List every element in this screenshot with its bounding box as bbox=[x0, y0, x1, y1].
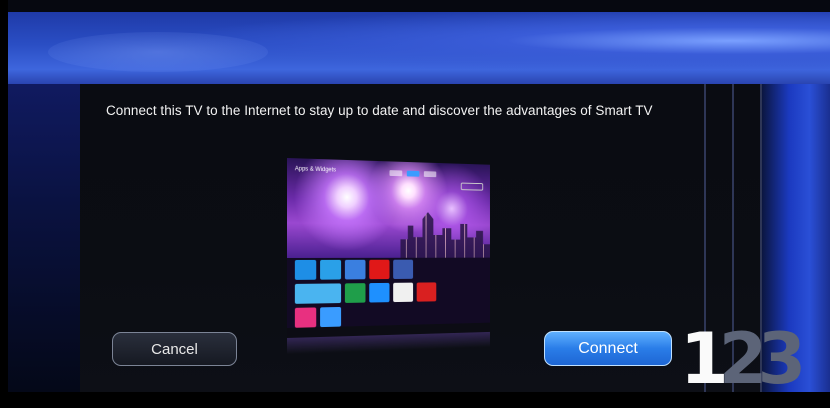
app-tile bbox=[294, 307, 317, 328]
app-tile bbox=[416, 282, 437, 302]
tv-screen-title: Apps & Widgets bbox=[294, 166, 337, 174]
app-tile bbox=[320, 259, 342, 280]
step-3: 3 bbox=[757, 318, 806, 400]
step-1: 1 bbox=[680, 318, 729, 400]
app-tiles bbox=[294, 259, 483, 328]
left-border bbox=[0, 0, 8, 408]
step-2: 2 bbox=[718, 318, 768, 400]
app-tile bbox=[294, 283, 342, 304]
app-tile bbox=[320, 306, 342, 328]
app-tile bbox=[294, 259, 317, 280]
app-tile bbox=[344, 283, 366, 303]
app-tile bbox=[369, 259, 390, 280]
tv-screen-image: Apps & Widgets bbox=[287, 158, 490, 338]
app-tile bbox=[393, 259, 414, 279]
background-top-band bbox=[8, 12, 830, 84]
search-icon bbox=[460, 182, 484, 191]
smart-tv-illustration: Apps & Widgets bbox=[287, 158, 490, 354]
cancel-button[interactable]: Cancel bbox=[112, 332, 237, 366]
tv-setup-screen: Connect this TV to the Internet to stay … bbox=[0, 0, 830, 408]
step-indicator: 1 2 3 bbox=[680, 318, 806, 400]
connect-button[interactable]: Connect bbox=[544, 331, 672, 366]
app-tile bbox=[393, 282, 414, 303]
dialog-message: Connect this TV to the Internet to stay … bbox=[106, 103, 653, 118]
app-tile bbox=[369, 282, 390, 303]
background-left-edge bbox=[8, 84, 80, 392]
app-tile bbox=[344, 259, 366, 280]
